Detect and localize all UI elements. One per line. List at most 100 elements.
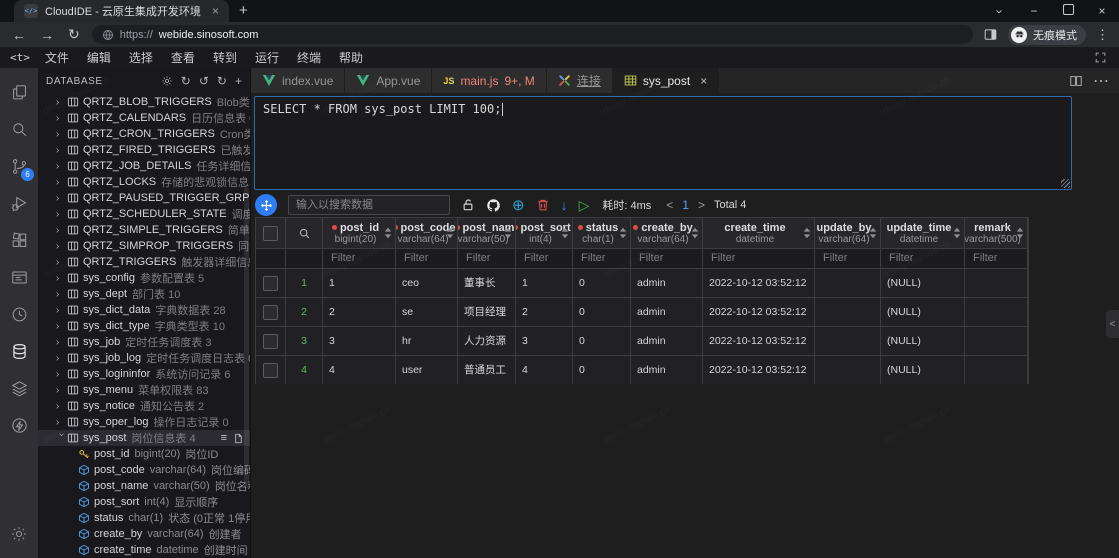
data-cell[interactable]: 2022-10-12 03:52:12 xyxy=(703,356,815,384)
tree-table-QRTZ_LOCKS[interactable]: ›QRTZ_LOCKS存储的悲观锁信息表 2 xyxy=(38,174,250,190)
sort-icon[interactable] xyxy=(953,227,961,239)
data-cell[interactable]: 2022-10-12 03:52:12 xyxy=(703,269,815,297)
row-select-cell[interactable] xyxy=(256,327,286,355)
tree-field-post_id[interactable]: post_idbigint(20)岗位ID xyxy=(38,446,250,462)
column-header-update_time[interactable]: update_timedatetime xyxy=(881,218,965,248)
menu-item[interactable]: 运行 xyxy=(246,51,288,65)
data-cell[interactable]: 3 xyxy=(516,327,573,355)
data-cell[interactable]: 4 xyxy=(323,356,396,384)
sort-icon[interactable] xyxy=(446,227,454,239)
export-download-icon[interactable]: ↓ xyxy=(561,197,568,213)
search-icon[interactable] xyxy=(0,111,38,148)
table-row[interactable]: 44user普通员工40admin2022-10-12 03:52:12(NUL… xyxy=(256,355,1028,384)
row-checkbox[interactable] xyxy=(263,305,278,320)
tree-table-sys_config[interactable]: ›sys_config参数配置表 5 xyxy=(38,270,250,286)
url-input[interactable]: https://webide.sinosoft.com xyxy=(92,25,973,44)
tab-split-icon[interactable] xyxy=(983,27,998,42)
tree-table-QRTZ_CALENDARS[interactable]: ›QRTZ_CALENDARS日历信息表 0 xyxy=(38,110,250,126)
tree-field-status[interactable]: statuschar(1)状态 (0正常 1停用) xyxy=(38,510,250,526)
data-cell[interactable]: 普通员工 xyxy=(458,356,516,384)
data-cell[interactable]: 0 xyxy=(573,356,631,384)
data-cell[interactable]: 0 xyxy=(573,269,631,297)
tree-table-QRTZ_BLOB_TRIGGERS[interactable]: ›QRTZ_BLOB_TRIGGERSBlob类型的... xyxy=(38,94,250,110)
data-cell[interactable]: 人力资源 xyxy=(458,327,516,355)
data-cell[interactable]: 2 xyxy=(323,298,396,326)
data-cell[interactable]: admin xyxy=(631,327,703,355)
close-window-button[interactable]: × xyxy=(1085,4,1119,18)
data-cell[interactable] xyxy=(815,269,881,297)
split-editor-icon[interactable] xyxy=(1069,74,1083,88)
filter-input[interactable]: Filter xyxy=(703,249,815,268)
close-tab-icon[interactable]: × xyxy=(700,74,707,88)
lightning-icon[interactable] xyxy=(0,407,38,444)
fullscreen-icon[interactable] xyxy=(1094,51,1107,64)
tree-table-QRTZ_FIRED_TRIGGERS[interactable]: ›QRTZ_FIRED_TRIGGERS已触发的触... xyxy=(38,142,250,158)
data-cell[interactable]: 2022-10-12 03:52:12 xyxy=(703,298,815,326)
table-row[interactable]: 22se项目经理20admin2022-10-12 03:52:12(NULL) xyxy=(256,297,1028,326)
filter-input[interactable]: Filter xyxy=(396,249,458,268)
tree-field-create_time[interactable]: create_timedatetime创建时间 xyxy=(38,542,250,558)
forward-button[interactable]: → xyxy=(40,27,54,43)
data-cell[interactable] xyxy=(965,269,1028,297)
sort-icon[interactable] xyxy=(561,227,569,239)
tree-field-post_code[interactable]: post_codevarchar(64)岗位编码 xyxy=(38,462,250,478)
tree-table-QRTZ_SIMPLE_TRIGGERS[interactable]: ›QRTZ_SIMPLE_TRIGGERS简单触发... xyxy=(38,222,250,238)
tree-field-post_name[interactable]: post_namevarchar(50)岗位名称 xyxy=(38,478,250,494)
tab-连接[interactable]: 连接 xyxy=(547,68,613,93)
data-search-input[interactable] xyxy=(288,195,450,215)
data-cell[interactable]: (NULL) xyxy=(881,298,965,326)
tab-sys_post[interactable]: sys_post× xyxy=(613,68,719,93)
tree-table-sys_logininfor[interactable]: ›sys_logininfor系统访问记录 6 xyxy=(38,366,250,382)
sort-icon[interactable] xyxy=(803,227,811,239)
data-cell[interactable]: (NULL) xyxy=(881,356,965,384)
column-header-post_name[interactable]: post_namevarchar(50) xyxy=(458,218,516,248)
table-row[interactable]: 11ceo董事长10admin2022-10-12 03:52:12(NULL) xyxy=(256,268,1028,297)
data-cell[interactable]: admin xyxy=(631,298,703,326)
sort-icon[interactable] xyxy=(691,227,699,239)
filter-input[interactable]: Filter xyxy=(573,249,631,268)
data-cell[interactable]: 4 xyxy=(516,356,573,384)
refresh-icon[interactable]: ↻ xyxy=(217,74,227,88)
sort-icon[interactable] xyxy=(504,227,512,239)
sql-editor[interactable]: SELECT * FROM sys_post LIMIT 100; xyxy=(254,96,1072,190)
filter-input[interactable]: Filter xyxy=(815,249,881,268)
report-panel-icon[interactable] xyxy=(0,259,38,296)
sidebar-scrollbar[interactable] xyxy=(244,188,249,488)
sync-icon[interactable]: ↻ xyxy=(181,74,191,88)
menu-item[interactable]: 选择 xyxy=(120,51,162,65)
sort-icon[interactable] xyxy=(619,227,627,239)
reload-button[interactable]: ↻ xyxy=(68,26,80,43)
unlock-icon[interactable] xyxy=(461,198,475,212)
collapse-panel-icon[interactable]: < xyxy=(1106,310,1119,338)
tree-table-sys_post[interactable]: ›sys_post岗位信息表 4≡ xyxy=(38,430,250,446)
filter-input[interactable]: Filter xyxy=(881,249,965,268)
add-row-icon[interactable]: ⊕ xyxy=(512,196,525,214)
tree-table-sys_dict_type[interactable]: ›sys_dict_type字典类型表 10 xyxy=(38,318,250,334)
filter-input[interactable]: Filter xyxy=(965,249,1028,268)
row-select-cell[interactable] xyxy=(256,356,286,384)
row-checkbox[interactable] xyxy=(263,363,278,378)
column-header-update_by[interactable]: update_byvarchar(64) xyxy=(815,218,881,248)
data-cell[interactable]: (NULL) xyxy=(881,327,965,355)
next-page-button[interactable]: > xyxy=(698,198,705,212)
minimize-button[interactable]: − xyxy=(1017,4,1051,18)
data-cell[interactable]: admin xyxy=(631,356,703,384)
browser-menu-icon[interactable]: ⋮ xyxy=(1096,27,1109,43)
tree-table-QRTZ_JOB_DETAILS[interactable]: ›QRTZ_JOB_DETAILS任务详细信息... xyxy=(38,158,250,174)
source-control-icon[interactable]: 6 xyxy=(0,148,38,185)
data-cell[interactable]: 2022-10-12 03:52:12 xyxy=(703,327,815,355)
tree-table-sys_oper_log[interactable]: ›sys_oper_log操作日志记录 0 xyxy=(38,414,250,430)
row-checkbox[interactable] xyxy=(263,276,278,291)
data-cell[interactable]: admin xyxy=(631,269,703,297)
data-cell[interactable] xyxy=(965,298,1028,326)
row-select-cell[interactable] xyxy=(256,269,286,297)
column-header-post_sort[interactable]: post_sortint(4) xyxy=(516,218,573,248)
new-query-file-icon[interactable] xyxy=(233,433,244,444)
column-header-post_code[interactable]: post_codevarchar(64) xyxy=(396,218,458,248)
tab-search-button[interactable]: › xyxy=(983,4,1017,19)
delete-row-icon[interactable] xyxy=(536,198,550,212)
data-cell[interactable]: 0 xyxy=(573,298,631,326)
run-debug-icon[interactable] xyxy=(0,185,38,222)
data-cell[interactable]: user xyxy=(396,356,458,384)
tab-index.vue[interactable]: index.vue xyxy=(251,68,345,93)
